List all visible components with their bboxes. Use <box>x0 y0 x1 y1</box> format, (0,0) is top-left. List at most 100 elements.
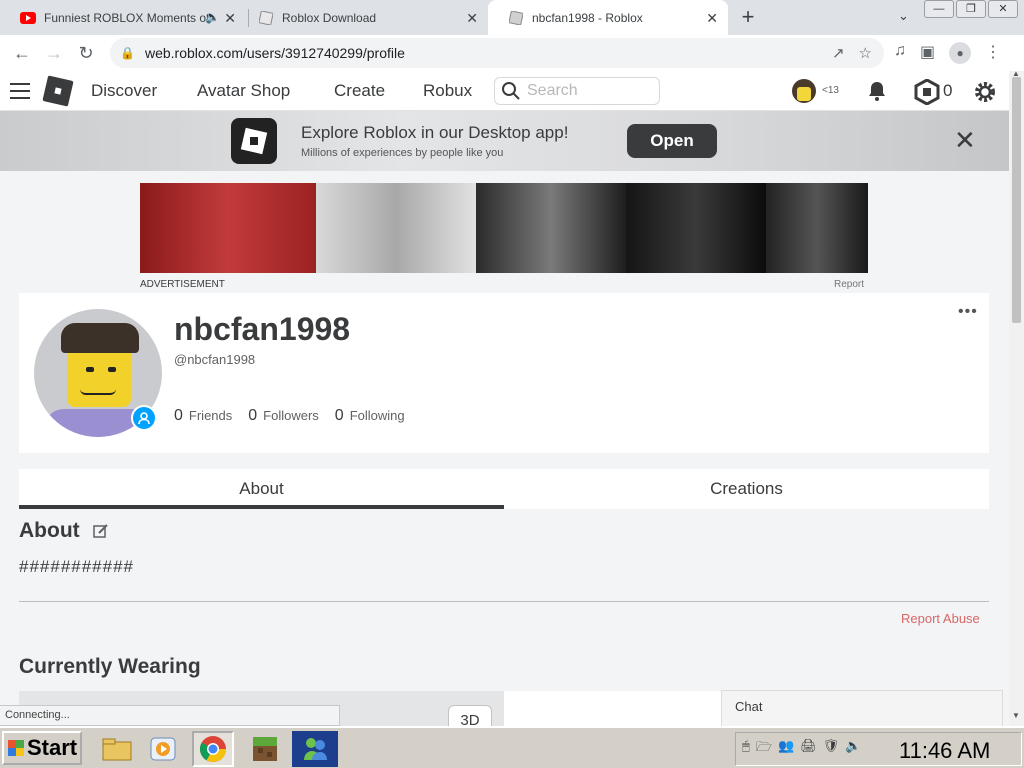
profile-stats: 0 Friends 0 Followers 0 Following <box>174 407 405 425</box>
user-avatar-thumbnail[interactable] <box>792 79 816 103</box>
window-controls: — ❐ ✕ <box>924 0 1018 18</box>
bookmark-star-icon[interactable]: ☆ <box>859 44 872 62</box>
profile-header-card: nbcfan1998 @nbcfan1998 0 Friends 0 Followe… <box>19 293 989 453</box>
profile-page: ADVERTISEMENT Report nbcfan1998 @nbcfan1… <box>0 171 1009 735</box>
tray-app-icon[interactable]: 🖱 <box>742 738 750 760</box>
nav-link-avatar-shop[interactable]: Avatar Shop <box>197 81 290 101</box>
profile-username: @nbcfan1998 <box>174 352 256 367</box>
minimize-button[interactable]: — <box>924 0 954 18</box>
scroll-down-arrow-icon[interactable]: ▼ <box>1012 711 1020 720</box>
open-app-button[interactable]: Open <box>627 124 717 158</box>
restore-button[interactable]: ❐ <box>956 0 986 18</box>
page-scrollbar[interactable]: ▲ ▼ <box>1009 69 1024 726</box>
following-stat[interactable]: 0 Following <box>335 407 405 425</box>
close-tab-icon[interactable]: ✕ <box>466 10 478 27</box>
avatar-eye <box>86 367 94 372</box>
start-button[interactable]: Start <box>2 731 82 765</box>
close-window-button[interactable]: ✕ <box>988 0 1018 18</box>
close-tab-icon[interactable]: ✕ <box>224 10 236 27</box>
tray-security-icon[interactable]: 🛡 <box>823 738 840 760</box>
edit-pencil-icon[interactable] <box>93 523 109 539</box>
volume-icon[interactable]: 🔈 <box>845 738 861 760</box>
browser-tab-roblox-download[interactable]: Roblox Download ✕ <box>238 0 488 35</box>
minecraft-icon[interactable] <box>244 731 286 767</box>
avatar-hair <box>61 323 139 353</box>
browser-toolbar: ← → ↻ 🔒 web.roblox.com/users/3912740299/… <box>0 35 1024 71</box>
about-description: ########### <box>19 557 135 576</box>
address-bar[interactable]: 🔒 web.roblox.com/users/3912740299/profil… <box>110 38 884 68</box>
tray-users-icon[interactable]: 👥 <box>778 738 794 760</box>
profile-tabs: About Creations <box>19 469 989 509</box>
chrome-taskbar-icon[interactable] <box>192 731 234 767</box>
friends-count: 0 <box>174 407 183 424</box>
lock-icon: 🔒 <box>120 46 135 60</box>
avatar-mouth <box>80 389 116 395</box>
advertisement-label: ADVERTISEMENT <box>140 279 225 290</box>
report-abuse-link[interactable]: Report Abuse <box>901 611 980 626</box>
followers-count: 0 <box>248 407 258 424</box>
robux-balance[interactable]: 0 <box>943 81 952 101</box>
age-bracket-label: <13 <box>822 85 839 96</box>
followers-stat[interactable]: 0 Followers <box>248 407 319 425</box>
roblox-icon <box>508 10 524 26</box>
ad-panel <box>476 183 626 273</box>
scrollbar-thumb[interactable] <box>1012 77 1021 323</box>
ad-panel <box>626 183 766 273</box>
friends-label: Friends <box>188 408 233 423</box>
avatar-eye <box>108 367 116 372</box>
windows-flag-icon <box>8 740 24 756</box>
friends-stat[interactable]: 0 Friends <box>174 407 232 425</box>
robux-icon[interactable] <box>914 79 940 105</box>
roblox-navbar: Discover Avatar Shop Create Robux <13 0 <box>0 71 1009 111</box>
back-arrow-icon[interactable]: ← <box>6 43 38 64</box>
forward-arrow-icon[interactable]: → <box>38 43 70 64</box>
tab-about[interactable]: About <box>19 469 504 509</box>
hamburger-menu-icon[interactable] <box>10 83 30 104</box>
roblox-logo-icon[interactable] <box>42 75 74 107</box>
about-heading: About <box>19 519 80 542</box>
reload-icon[interactable]: ↻ <box>70 43 102 64</box>
browser-menu-icon[interactable]: ⋮ <box>985 42 1001 64</box>
banner-title: Explore Roblox in our Desktop app! <box>301 123 569 142</box>
side-panel-icon[interactable]: ▣ <box>920 42 935 64</box>
tray-network-icon[interactable]: 🗁 <box>756 738 772 760</box>
tab-creations[interactable]: Creations <box>504 469 989 509</box>
tab-search-chevron-icon[interactable]: ⌄ <box>898 8 909 24</box>
chat-widget[interactable]: Chat <box>721 690 1003 730</box>
close-tab-icon[interactable]: ✕ <box>706 10 718 27</box>
new-tab-button[interactable]: + <box>738 4 758 30</box>
browser-status-bar: Connecting... <box>0 705 340 726</box>
nav-link-robux[interactable]: Robux <box>423 81 472 101</box>
nav-link-discover[interactable]: Discover <box>91 81 157 101</box>
file-explorer-icon[interactable] <box>96 731 138 767</box>
youtube-icon <box>20 10 36 26</box>
tray-device-icon[interactable]: 🖨 <box>800 738 817 760</box>
url-text: web.roblox.com/users/3912740299/profile <box>144 45 405 61</box>
gear-settings-icon[interactable] <box>972 79 998 105</box>
search-icon <box>502 82 520 100</box>
chat-label: Chat <box>735 699 763 714</box>
browser-tab-profile[interactable]: nbcfan1998 - Roblox ✕ <box>488 0 728 35</box>
taskbar-clock[interactable]: 11:46 AM <box>899 738 990 764</box>
search-input[interactable] <box>527 82 647 100</box>
media-player-icon[interactable] <box>142 731 184 767</box>
more-options-icon[interactable]: ••• <box>958 303 978 321</box>
close-banner-icon[interactable]: ✕ <box>954 127 976 153</box>
profile-display-name: nbcfan1998 <box>174 311 351 347</box>
share-icon[interactable]: ↗ <box>832 44 845 62</box>
browser-profile-icon[interactable]: ● <box>949 42 972 64</box>
messenger-icon[interactable] <box>292 731 338 767</box>
bell-notification-icon[interactable] <box>865 79 889 103</box>
currently-wearing-heading: Currently Wearing <box>19 655 201 678</box>
nav-link-create[interactable]: Create <box>334 81 385 101</box>
advertisement-banner[interactable] <box>140 183 868 273</box>
media-control-icon[interactable]: ♫ <box>894 42 906 64</box>
speaker-icon[interactable]: 🔈 <box>205 10 220 24</box>
followers-label: Followers <box>263 408 319 423</box>
ad-panel <box>766 183 868 273</box>
page-icon <box>258 10 274 26</box>
following-label: Following <box>349 408 405 423</box>
ad-panel <box>140 183 316 273</box>
browser-tab-youtube[interactable]: Funniest ROBLOX Moments of 🔈 ✕ <box>0 0 246 35</box>
ad-report-link[interactable]: Report <box>834 279 864 290</box>
